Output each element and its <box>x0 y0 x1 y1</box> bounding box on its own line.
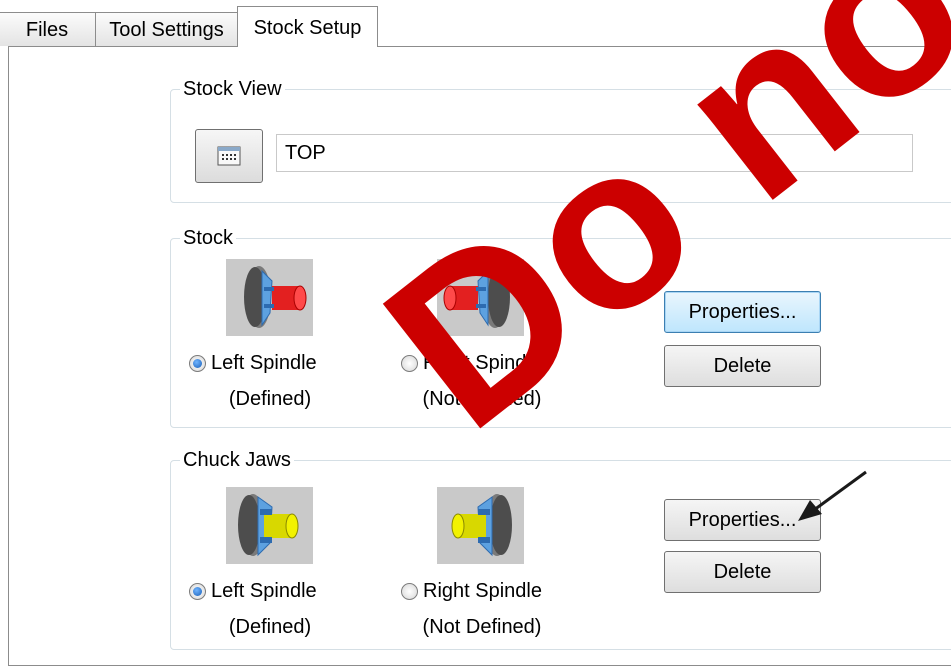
tab-stock-setup[interactable]: Stock Setup <box>237 6 378 47</box>
stock-left-spindle-option[interactable]: Left Spindle <box>189 350 317 376</box>
right-spindle-chuck-icon <box>437 487 524 564</box>
stock-view-button[interactable] <box>195 129 263 183</box>
stock-delete-button[interactable]: Delete <box>664 345 821 387</box>
chuck-right-spindle-radio[interactable] <box>401 582 418 600</box>
tab-files[interactable]: Files <box>0 12 96 46</box>
tab-tool-settings[interactable]: Tool Settings <box>95 12 238 46</box>
stock-left-spindle-state: (Defined) <box>228 388 312 410</box>
view-selector-icon <box>217 146 241 166</box>
stock-right-spindle-option[interactable]: Right Spindle <box>401 350 542 376</box>
stock-properties-button[interactable]: Properties... <box>664 291 821 333</box>
stock-right-spindle-label: Right Spindle <box>423 352 542 374</box>
chuck-right-spindle-state: (Not Defined) <box>422 616 542 638</box>
stock-right-spindle-radio[interactable] <box>401 354 418 372</box>
chuck-left-spindle-radio[interactable] <box>189 582 206 600</box>
stock-view-title: Stock View <box>180 77 285 101</box>
chuck-jaws-title: Chuck Jaws <box>180 448 294 472</box>
right-spindle-stock-icon <box>437 259 524 336</box>
stock-right-spindle-state: (Not Defined) <box>422 388 542 410</box>
chuck-right-spindle-label: Right Spindle <box>423 580 542 602</box>
chuck-right-spindle-option[interactable]: Right Spindle <box>401 578 542 604</box>
stock-view-field[interactable]: TOP <box>276 134 913 172</box>
left-spindle-chuck-icon <box>226 487 313 564</box>
stock-left-spindle-label: Left Spindle <box>211 352 317 374</box>
left-spindle-stock-icon <box>226 259 313 336</box>
arrow-pointer-icon <box>798 470 867 521</box>
chuck-left-spindle-state: (Defined) <box>228 616 312 638</box>
chuck-delete-button[interactable]: Delete <box>664 551 821 593</box>
stock-title: Stock <box>180 226 237 250</box>
chuck-left-spindle-option[interactable]: Left Spindle <box>189 578 317 604</box>
stock-left-spindle-radio[interactable] <box>189 354 206 372</box>
chuck-left-spindle-label: Left Spindle <box>211 580 317 602</box>
tab-strip: Files Tool Settings Stock Setup <box>0 0 951 47</box>
